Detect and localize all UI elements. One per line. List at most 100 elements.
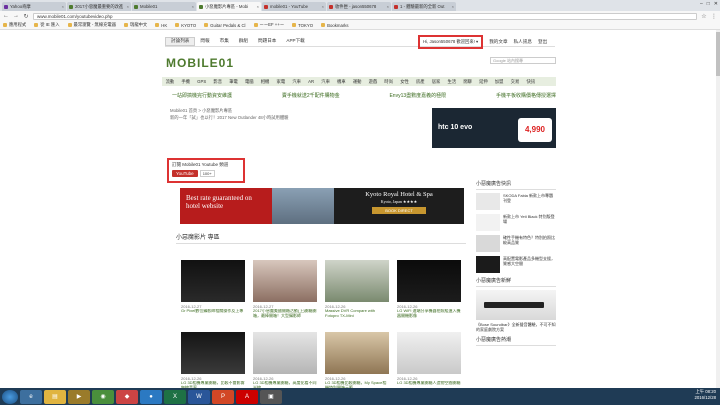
video-thumbnail[interactable] <box>181 332 245 374</box>
tab-close-icon[interactable]: × <box>192 4 194 9</box>
category-nav-item[interactable]: 延伸 <box>476 79 492 85</box>
tab-close-icon[interactable]: × <box>452 4 454 9</box>
category-nav-item[interactable]: 運動 <box>349 79 365 85</box>
browser-tab[interactable]: mobile01 - YouTube × <box>262 2 326 11</box>
soundbar-image[interactable] <box>476 290 556 320</box>
category-nav-item[interactable]: 筆電 <box>226 79 242 85</box>
pdf-icon[interactable]: A <box>236 389 258 404</box>
category-nav-item[interactable]: 汽車 <box>318 79 334 85</box>
start-button[interactable] <box>2 389 18 404</box>
bookmark-item[interactable]: HK <box>155 23 167 28</box>
video-thumbnail[interactable] <box>325 260 389 302</box>
page-scrollbar[interactable] <box>716 30 720 388</box>
tab-close-icon[interactable]: × <box>387 4 389 9</box>
excel-icon[interactable]: X <box>164 389 186 404</box>
app-icon[interactable]: ◆ <box>116 389 138 404</box>
bookmark-item[interactable]: ーーEF ++ー <box>253 22 284 28</box>
video-title[interactable]: LG 3D相機專業開箱，高度化看不同光線 <box>253 381 317 388</box>
app-icon[interactable]: ● <box>140 389 162 404</box>
browser-tab[interactable]: Yahoo奇摩 × <box>2 2 66 11</box>
bookmark-item[interactable]: KYOTO <box>175 23 196 28</box>
category-nav-item[interactable]: 生活 <box>444 79 460 85</box>
category-nav-item[interactable]: 機車 <box>333 79 349 85</box>
video-title[interactable]: Massive DVR Compare with Fotopro TX-Mini <box>325 309 389 324</box>
back-icon[interactable]: ← <box>3 13 9 19</box>
category-nav-item[interactable]: 居家 <box>428 79 444 85</box>
top-nav-item[interactable]: 討論列表 <box>165 36 196 46</box>
tab-close-icon[interactable]: × <box>257 4 259 9</box>
forward-icon[interactable]: → <box>13 13 19 19</box>
sidebar-item[interactable]: 新款上市 Yeti Black 特別版登場 <box>476 214 556 231</box>
category-nav-item[interactable]: AR <box>305 79 318 84</box>
htc-ad[interactable]: htc 10 evo 4,990 <box>432 108 556 148</box>
video-card[interactable]: 2016-12-27 Gr Pixel數位攝影師相關操作及上專 <box>181 260 245 324</box>
reload-icon[interactable]: ↻ <box>23 13 29 20</box>
category-nav-item[interactable]: 電腦 <box>241 79 257 85</box>
category-nav-item[interactable]: 時尚 <box>381 79 397 85</box>
promo-link[interactable]: 手機平板收購價格傳授選擇 <box>496 92 556 99</box>
explorer-icon[interactable]: ▤ <box>44 389 66 404</box>
bookmark-item[interactable]: 應用程式 <box>3 22 26 28</box>
nav-logout[interactable]: 登出 <box>538 39 547 45</box>
category-nav-item[interactable]: 流動 <box>162 79 178 85</box>
book-direct-button[interactable]: BOOK DIRECT <box>372 207 426 214</box>
sidebar-item[interactable]: SKODA Fabia 新款上市專題刊登 <box>476 193 556 210</box>
video-thumbnail[interactable] <box>397 332 461 374</box>
system-tray[interactable]: 上午 08:20 2016/12/28 <box>694 389 716 401</box>
tab-close-icon[interactable]: × <box>322 4 324 9</box>
category-nav-item[interactable]: 遊戲 <box>365 79 381 85</box>
media-icon[interactable]: ▶ <box>68 389 90 404</box>
category-nav-item[interactable]: 影音 <box>210 79 226 85</box>
menu-icon[interactable]: ⋮ <box>711 13 717 20</box>
video-thumbnail[interactable] <box>253 260 317 302</box>
bookmark-item[interactable]: 最常瀏覽 - 無線充電器 <box>67 22 116 28</box>
site-logo[interactable]: MOBILE01 <box>166 56 234 70</box>
word-icon[interactable]: W <box>188 389 210 404</box>
browser-tab[interactable]: 小惡魔影片專區 - Mobi × <box>197 2 261 11</box>
video-card[interactable]: 2016-12-26 LG 3D相機比較開箱，My Space相機特別開箱示範 <box>325 332 389 388</box>
video-card[interactable]: 2016-12-26 LG 3D相機專業開箱人造物空間開箱 <box>397 332 461 388</box>
video-title[interactable]: 2017小惡魔美國開箱活動(上)開箱開箱，最棒開箱！大型攝影師 <box>253 309 317 324</box>
app-icon[interactable]: ▣ <box>260 389 282 404</box>
top-nav-item[interactable]: APP下載 <box>281 38 309 44</box>
minimize-icon[interactable]: – <box>700 1 703 7</box>
tab-close-icon[interactable]: × <box>62 4 64 9</box>
close-icon[interactable]: ✕ <box>714 1 718 7</box>
user-greeting[interactable]: Hi, Jason550678 歡迎回來! ▾ <box>418 34 484 49</box>
video-card[interactable]: 2016-12-26 Massive DVR Compare with Fotop… <box>325 260 389 324</box>
url-input[interactable]: www.mobile01.com/youtubevideo.php <box>33 12 697 20</box>
top-nav-item[interactable]: 問報 <box>195 38 214 44</box>
video-card[interactable]: 2016-12-26 LG 3D相機專業開箱，高度化看不同光線 <box>253 332 317 388</box>
video-card[interactable]: 2016-12-27 2017小惡魔美國開箱活動(上)開箱開箱，最棒開箱！大型攝影… <box>253 260 317 324</box>
category-nav-item[interactable]: 汽車 <box>289 79 305 85</box>
sidebar-item[interactable]: 高配置電影產品多機型支援，質感大空間 <box>476 256 556 273</box>
powerpoint-icon[interactable]: P <box>212 389 234 404</box>
video-card[interactable]: 2016-12-26 LG 3D相機專業開箱，比較不會影響無線音率 <box>181 332 245 388</box>
browser-tab[interactable]: Mobile01 × <box>132 2 196 11</box>
category-nav-item[interactable]: 手機 <box>178 79 194 85</box>
bookmark-item[interactable]: 從 IE 匯入 <box>34 22 60 28</box>
chrome-icon[interactable]: ◉ <box>92 389 114 404</box>
nav-messages[interactable]: 私人訊息 <box>514 39 532 45</box>
video-thumbnail[interactable] <box>325 332 389 374</box>
maximize-icon[interactable]: □ <box>707 1 710 7</box>
promo-link[interactable]: 一站即搞機完行動資安維護 <box>172 92 232 99</box>
video-thumbnail[interactable] <box>253 332 317 374</box>
category-nav-item[interactable]: 相機 <box>257 79 273 85</box>
hotel-ad-banner[interactable]: Best rate guaranteed on hotel website Ky… <box>180 188 464 224</box>
category-nav-item[interactable]: 閒聊 <box>460 79 476 85</box>
category-nav-item[interactable]: 加盟 <box>491 79 507 85</box>
youtube-subscribe-button[interactable]: YouTube <box>172 170 198 177</box>
bookmark-item[interactable]: 瑞龍中文 <box>124 22 147 28</box>
sidebar-item-bose[interactable]: 《Bose Soundbar》全新聲音體驗，不可不知的家庭劇院方案 <box>476 322 556 332</box>
browser-tab[interactable]: 收件匣 - jason550678 × <box>327 2 391 11</box>
video-title[interactable]: Gr Pixel數位攝影師相關操作及上專 <box>181 309 245 324</box>
category-nav-item[interactable]: 快訊 <box>523 79 539 85</box>
category-nav-item[interactable]: GPS <box>194 79 210 84</box>
video-thumbnail[interactable] <box>181 260 245 302</box>
ie-icon[interactable]: e <box>20 389 42 404</box>
browser-tab[interactable]: 2017小惡魔最重要的改進 × <box>67 2 131 11</box>
top-nav-item[interactable]: 群組 <box>234 38 253 44</box>
promo-link[interactable]: 賣手機就送2千配件購物金 <box>282 92 340 99</box>
video-title[interactable]: LG WiFi 遠端分享機器拍照組進入機器開機影像 <box>397 309 461 324</box>
